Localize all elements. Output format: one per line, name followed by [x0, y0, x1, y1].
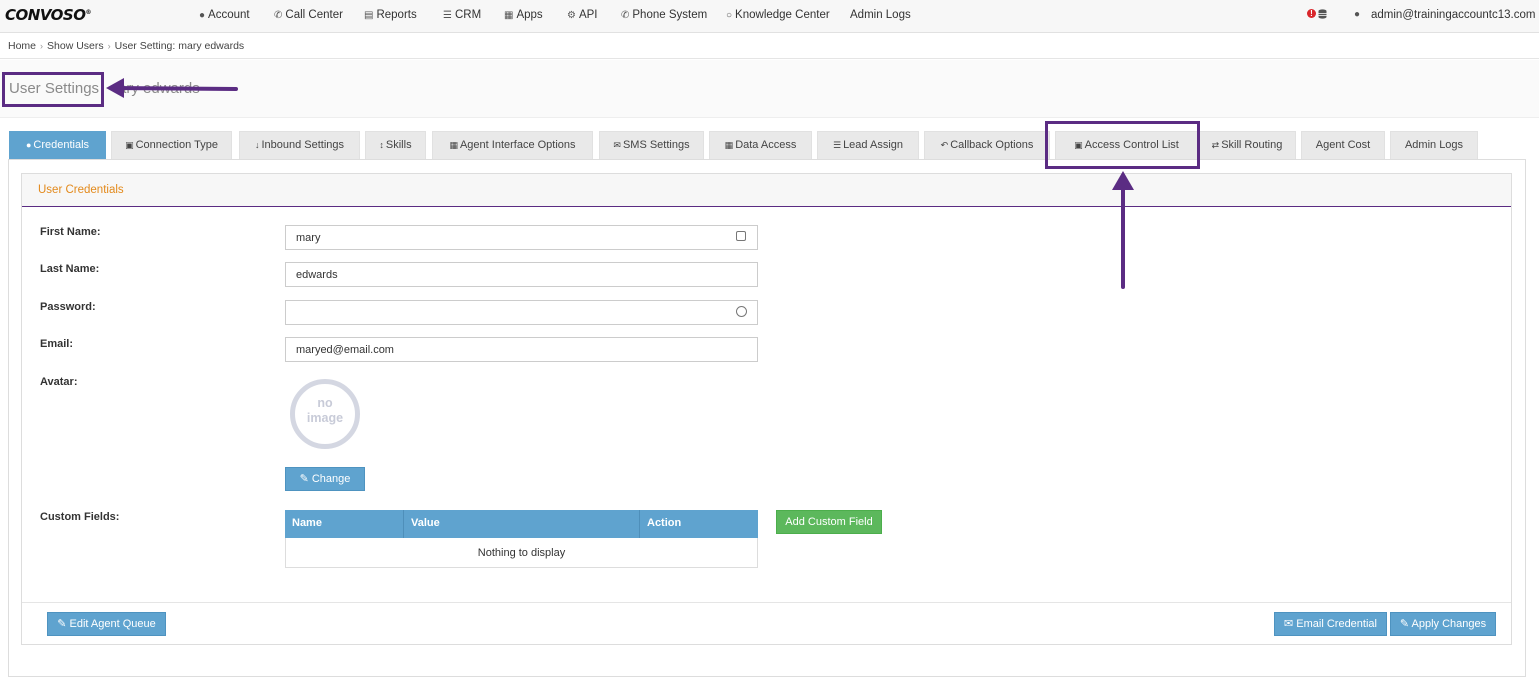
title-arrow [106, 78, 238, 98]
acl-arrow [1112, 171, 1134, 289]
annotation-arrows [106, 78, 1134, 289]
